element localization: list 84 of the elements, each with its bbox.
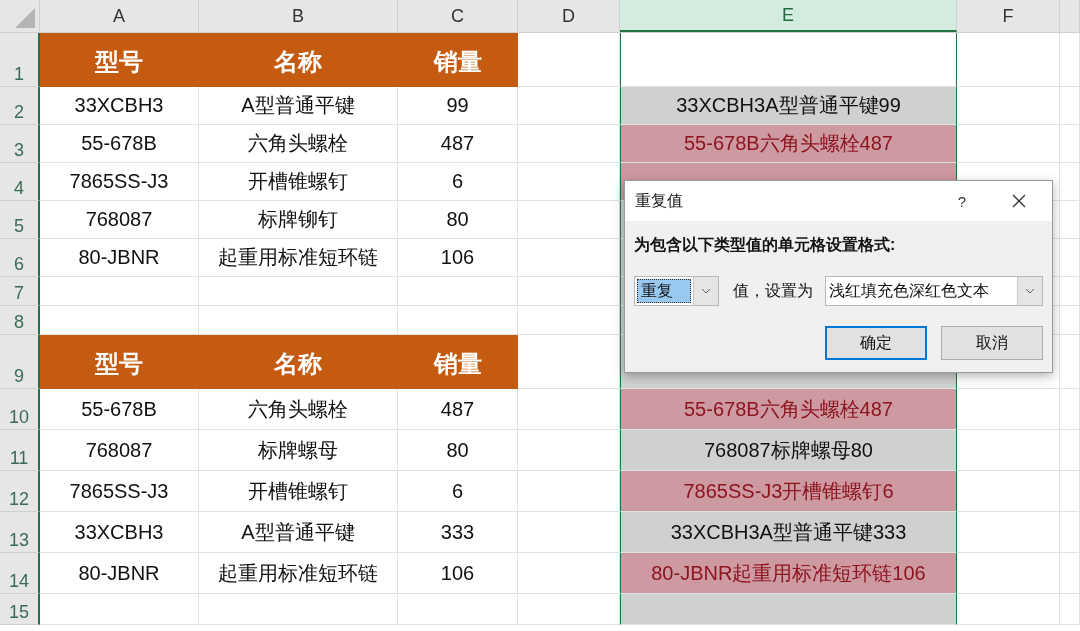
empty-cell — [1060, 512, 1080, 553]
empty-cell — [1060, 87, 1080, 125]
table-cell: 80 — [398, 430, 518, 471]
table-cell: 6 — [398, 163, 518, 201]
table-cell: 55-678B六角头螺栓487 — [620, 389, 957, 430]
row-header[interactable]: 14 — [0, 553, 40, 594]
empty-cell — [1060, 471, 1080, 512]
table-cell: 起重用标准短环链 — [199, 553, 398, 594]
table-cell: A型普通平键 — [199, 87, 398, 125]
table-cell: 487 — [398, 125, 518, 163]
header-cell: 名称 — [199, 335, 398, 389]
column-header[interactable]: A — [40, 0, 199, 32]
table-cell: 80-JBNR — [40, 239, 199, 277]
chevron-icon — [1025, 288, 1035, 294]
row-header[interactable]: 8 — [0, 306, 40, 335]
cancel-button[interactable]: 取消 — [941, 326, 1043, 360]
corner-triangle-icon — [15, 8, 35, 28]
header-cell: 型号 — [40, 335, 199, 389]
table-cell: 6 — [398, 471, 518, 512]
table-cell: 33XCBH3A型普通平键333 — [620, 512, 957, 553]
table-cell: A型普通平键 — [199, 512, 398, 553]
instruction-label: 为包含以下类型值的单元格设置格式: — [634, 235, 897, 255]
row-header[interactable]: 9 — [0, 335, 40, 389]
row-header[interactable]: 12 — [0, 471, 40, 512]
column-header[interactable]: E — [620, 0, 957, 32]
empty-cell — [1060, 553, 1080, 594]
table-cell: 7865SS-J3开槽锥螺钉6 — [620, 471, 957, 512]
row-header[interactable]: 3 — [0, 125, 40, 163]
header-cell: 名称 — [199, 33, 398, 87]
help-button[interactable]: ? — [951, 192, 972, 210]
ok-button[interactable]: 确定 — [825, 326, 927, 360]
empty-cell — [1060, 430, 1080, 471]
table-cell: 80 — [398, 201, 518, 239]
header-cell: 销量 — [398, 335, 518, 389]
row-header[interactable]: 10 — [0, 389, 40, 430]
table-cell: 487 — [398, 389, 518, 430]
row-header[interactable]: 11 — [0, 430, 40, 471]
table-cell: 标牌螺母 — [199, 430, 398, 471]
table-cell: 768087 — [40, 201, 199, 239]
row-header[interactable]: 4 — [0, 163, 40, 201]
empty-cell — [1060, 335, 1080, 389]
row-header[interactable]: 2 — [0, 87, 40, 125]
column-header[interactable]: F — [957, 0, 1060, 32]
field-label: 值，设置为 — [733, 280, 813, 301]
header-cell: 销量 — [398, 33, 518, 87]
table-cell: 80-JBNR起重用标准短环链106 — [620, 553, 957, 594]
row-header[interactable]: 1 — [0, 33, 40, 87]
dialog-title: 重复值 — [635, 190, 684, 211]
table-cell: 标牌铆钉 — [199, 201, 398, 239]
table-cell: 7865SS-J3 — [40, 163, 199, 201]
empty-cell — [1060, 594, 1080, 625]
table-cell: 开槽锥螺钉 — [199, 163, 398, 201]
table-cell: 起重用标准短环链 — [199, 239, 398, 277]
row-header[interactable]: 13 — [0, 512, 40, 553]
row-header[interactable]: 6 — [0, 239, 40, 277]
table-cell: 768087 — [40, 430, 199, 471]
type-dropdown[interactable]: 重复 — [634, 276, 719, 306]
close-icon[interactable] — [1012, 194, 1026, 208]
table-cell: 99 — [398, 87, 518, 125]
table-cell: 55-678B — [40, 125, 199, 163]
table-cell: 33XCBH3 — [40, 87, 199, 125]
table-cell: 333 — [398, 512, 518, 553]
table-cell: 33XCBH3 — [40, 512, 199, 553]
table-cell: 55-678B六角头螺栓487 — [620, 125, 957, 163]
table-cell: 80-JBNR — [40, 553, 199, 594]
chevron-icon — [701, 288, 711, 294]
table-cell: 六角头螺栓 — [199, 125, 398, 163]
header-cell: 型号 — [40, 33, 199, 87]
table-cell: 六角头螺栓 — [199, 389, 398, 430]
row-header[interactable]: 15 — [0, 594, 40, 625]
table-cell: 33XCBH3A型普通平键99 — [620, 87, 957, 125]
table-cell: 106 — [398, 553, 518, 594]
column-header[interactable]: B — [199, 0, 398, 32]
table-cell: 55-678B — [40, 389, 199, 430]
format-dropdown[interactable]: 浅红填充色深红色文本 — [825, 276, 1043, 306]
row-header[interactable]: 5 — [0, 201, 40, 239]
table-cell: 106 — [398, 239, 518, 277]
table-cell: 768087标牌螺母80 — [620, 430, 957, 471]
empty-cell — [1060, 389, 1080, 430]
table-cell: 开槽锥螺钉 — [199, 471, 398, 512]
empty-cell — [1060, 125, 1080, 163]
table-cell: 7865SS-J3 — [40, 471, 199, 512]
row-header[interactable]: 7 — [0, 277, 40, 306]
column-header[interactable]: C — [398, 0, 518, 32]
